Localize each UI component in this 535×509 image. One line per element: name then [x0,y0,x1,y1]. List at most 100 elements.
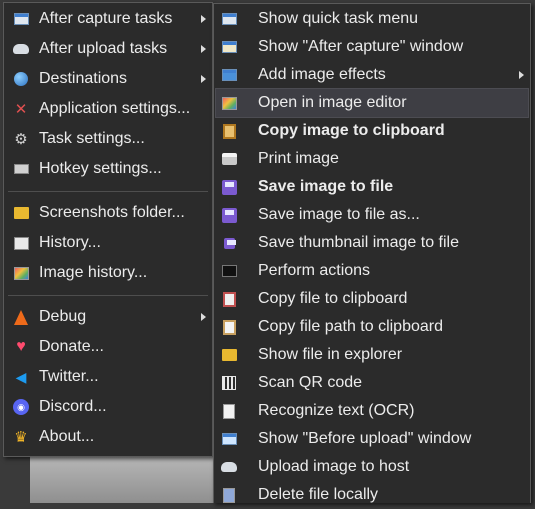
cloud-upload-icon [220,458,238,476]
menu-item-hotkey-settings[interactable]: Hotkey settings... [6,154,210,184]
menu-item-task-settings[interactable]: ⚙ Task settings... [6,124,210,154]
submenu-item-save-thumbnail-image-to-file[interactable]: Save thumbnail image to file [216,229,528,257]
menu-item-label: Open in image editor [258,94,407,111]
printer-icon [220,150,238,168]
discord-icon: ◉ [12,398,30,416]
menu-item-label: About... [39,428,95,445]
submenu-item-upload-image-to-host[interactable]: Upload image to host [216,453,528,481]
submenu-item-perform-actions[interactable]: Perform actions [216,257,528,285]
submenu-item-copy-file-to-clipboard[interactable]: Copy file to clipboard [216,285,528,313]
menu-separator [8,295,208,296]
menu-item-label: Recognize text (OCR) [258,402,415,419]
tools-icon: ✕ [14,100,28,118]
menu-item-destinations[interactable]: Destinations [6,64,210,94]
submenu-item-delete-file-locally[interactable]: Delete file locally [216,481,528,509]
keyboard-icon [12,160,30,178]
menu-item-label: Copy file to clipboard [258,290,408,307]
submenu-item-show-file-in-explorer[interactable]: Show file in explorer [216,341,528,369]
menu-item-label: Print image [258,150,339,167]
menu-item-history[interactable]: History... [6,228,210,258]
menu-item-label: Upload image to host [258,458,410,475]
submenu-item-open-in-image-editor[interactable]: Open in image editor [215,88,529,118]
twitter-bird-icon: ◀ [15,369,27,385]
menu-item-label: Screenshots folder... [39,204,185,221]
menu-item-donate[interactable]: ♥ Donate... [6,332,210,362]
menu-item-label: Scan QR code [258,374,363,391]
menu-item-twitter[interactable]: ◀ Twitter... [6,362,210,392]
menu-item-label: Application settings... [39,100,191,117]
clipboard-path-icon [220,318,238,336]
menu-item-label: Image history... [39,264,148,281]
submenu-item-save-image-to-file-as[interactable]: Save image to file as... [216,201,528,229]
menu-item-label: Show "Before upload" window [258,430,472,447]
chevron-right-icon [201,313,206,321]
menu-item-label: Show quick task menu [258,10,419,27]
history-list-icon [12,234,30,252]
submenu-item-copy-image-to-clipboard[interactable]: Copy image to clipboard [216,117,528,145]
heart-icon: ♥ [16,338,26,355]
submenu-item-show-quick-task-menu[interactable]: Show quick task menu [216,5,528,33]
menu-item-label: Copy file path to clipboard [258,318,443,335]
terminal-icon [220,262,238,280]
menu-item-image-history[interactable]: Image history... [6,258,210,288]
chevron-right-icon [519,71,524,79]
submenu-item-show-before-upload-window[interactable]: Show "Before upload" window [216,425,528,453]
menu-item-label: Delete file locally [258,486,379,503]
window-icon [220,10,238,28]
window-upload-icon [220,430,238,448]
floppy-disk-small-icon [220,234,238,252]
qr-code-icon [220,374,238,392]
traffic-cone-icon [12,308,30,326]
menu-item-label: Hotkey settings... [39,160,162,177]
folder-icon [12,204,30,222]
submenu-item-show-after-capture-window[interactable]: Show "After capture" window [216,33,528,61]
submenu-item-save-image-to-file[interactable]: Save image to file [216,173,528,201]
after-capture-tasks-submenu: Show quick task menu Show "After capture… [213,3,531,503]
folder-open-icon [220,346,238,364]
cloud-upload-icon [12,40,30,58]
image-history-icon [12,264,30,282]
menu-item-label: Donate... [39,338,104,355]
menu-separator [8,191,208,192]
menu-item-label: Add image effects [258,66,386,83]
menu-item-label: Save image to file as... [258,206,420,223]
floppy-disk-icon [220,178,238,196]
menu-item-debug[interactable]: Debug [6,302,210,332]
menu-item-after-upload-tasks[interactable]: After upload tasks [6,34,210,64]
submenu-item-scan-qr-code[interactable]: Scan QR code [216,369,528,397]
submenu-item-recognize-text-ocr[interactable]: Recognize text (OCR) [216,397,528,425]
menu-item-label: Task settings... [39,130,145,147]
menu-item-label: Copy image to clipboard [258,122,445,139]
crown-icon: ♛ [14,428,28,446]
submenu-item-add-image-effects[interactable]: Add image effects [216,61,528,89]
image-effects-icon [220,66,238,84]
menu-item-label: Twitter... [39,368,99,385]
submenu-item-print-image[interactable]: Print image [216,145,528,173]
menu-item-label: After capture tasks [39,10,173,27]
image-editor-icon [220,94,238,112]
delete-file-icon [220,486,238,504]
menu-item-about[interactable]: ♛ About... [6,422,210,452]
chevron-right-icon [201,45,206,53]
gear-icon: ⚙ [14,130,28,148]
chevron-right-icon [201,75,206,83]
menu-item-label: Debug [39,308,87,325]
menu-item-label: Show "After capture" window [258,38,464,55]
chevron-right-icon [201,15,206,23]
ocr-document-icon [220,402,238,420]
menu-item-discord[interactable]: ◉ Discord... [6,392,210,422]
floppy-disk-as-icon [220,206,238,224]
menu-item-label: After upload tasks [39,40,168,57]
menu-item-screenshots-folder[interactable]: Screenshots folder... [6,198,210,228]
menu-item-label: Save image to file [258,178,394,195]
submenu-item-copy-file-path-to-clipboard[interactable]: Copy file path to clipboard [216,313,528,341]
menu-item-label: Show file in explorer [258,346,403,363]
menu-item-after-capture-tasks[interactable]: After capture tasks [6,4,210,34]
menu-item-label: Discord... [39,398,107,415]
background-window [30,455,220,503]
menu-item-application-settings[interactable]: ✕ Application settings... [6,94,210,124]
main-context-menu: After capture tasks After upload tasks D… [3,2,213,457]
clipboard-image-icon [220,122,238,140]
globe-icon [12,70,30,88]
menu-item-label: Perform actions [258,262,371,279]
